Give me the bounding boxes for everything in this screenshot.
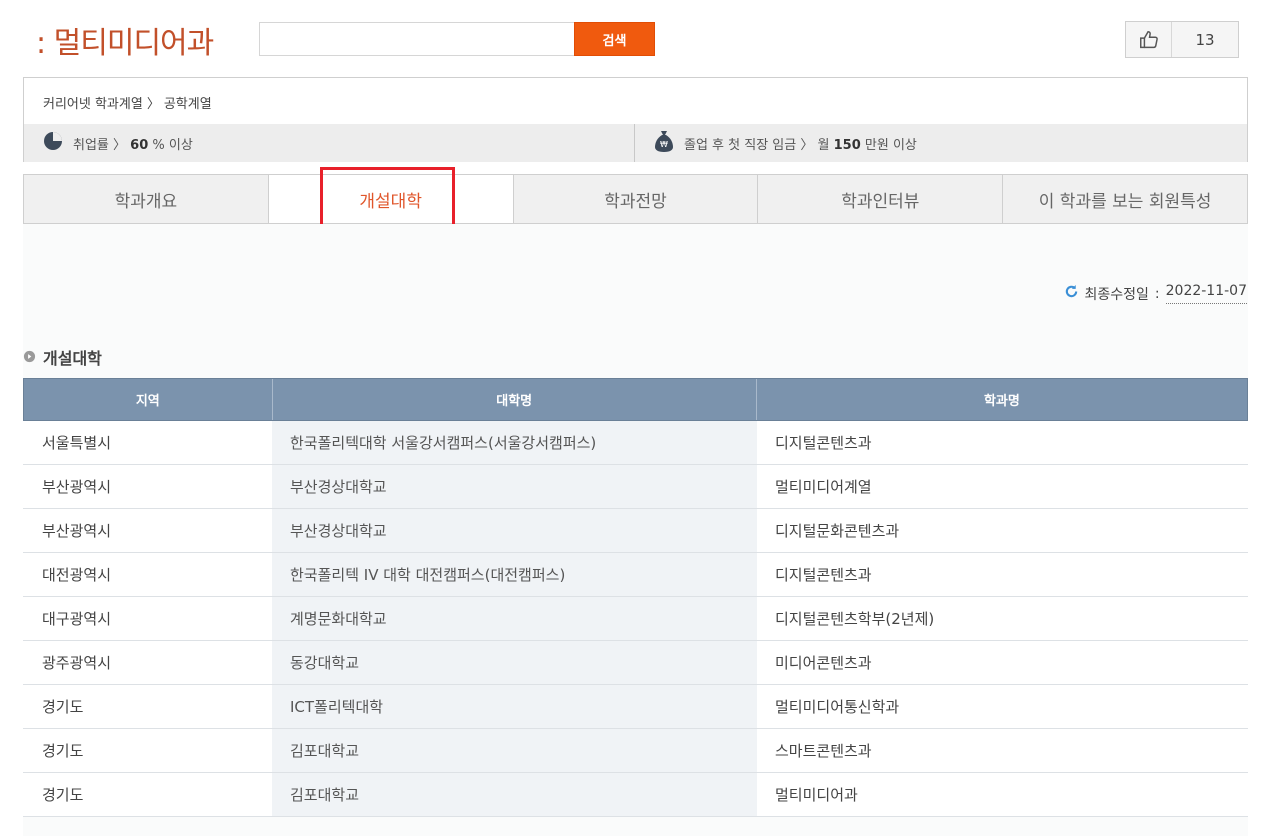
cell-region: 경기도 [23, 773, 272, 816]
table-row: 대전광역시 한국폴리텍 IV 대학 대전캠퍼스(대전캠퍼스) 디지털콘텐츠과 [23, 553, 1248, 597]
salary-stat: ₩ 졸업 후 첫 직장 임금 〉 월 150 만원 이상 [654, 124, 917, 162]
header-department: 학과명 [983, 394, 1020, 409]
table-row: 대구광역시 계명문화대학교 디지털콘텐츠학부(2년제) [23, 597, 1248, 641]
cell-department[interactable]: 디지털콘텐츠과 [757, 553, 1248, 596]
employment-value: 60 [130, 137, 149, 153]
cell-university[interactable]: 한국폴리텍 IV 대학 대전캠퍼스(대전캠퍼스) [272, 553, 757, 596]
tab-bar: 학과개요 개설대학 학과전망 학과인터뷰 이 학과를 보는 회원특성 [23, 174, 1248, 224]
header-university: 대학명 [273, 379, 757, 420]
salary-unit: 만원 이상 [864, 137, 917, 153]
table-row: 서울특별시 한국폴리텍대학 서울강서캠퍼스(서울강서캠퍼스) 디지털콘텐츠과 [23, 421, 1248, 465]
last-updated-separator: : [1154, 285, 1160, 302]
university-table: 지역 대학명 학과명 서울특별시 한국폴리텍대학 서울강서캠퍼스(서울강서캠퍼스… [23, 378, 1248, 817]
breadcrumb-item-category[interactable]: 공학계열 [164, 93, 212, 112]
search-input[interactable] [259, 22, 575, 56]
table-row: 부산광역시 부산경상대학교 멀티미디어계열 [23, 465, 1248, 509]
table-row: 경기도 김포대학교 멀티미디어과 [23, 773, 1248, 817]
employment-rate-stat: 취업률 〉 60 % 이상 [43, 124, 193, 162]
table-row: 광주광역시 동강대학교 미디어콘텐츠과 [23, 641, 1248, 685]
money-bag-icon: ₩ [654, 129, 674, 157]
cell-university[interactable]: 김포대학교 [272, 729, 757, 772]
last-updated-label: 최종수정일 [1084, 286, 1149, 303]
like-count: 13 [1195, 30, 1215, 49]
employment-unit: % 이상 [152, 137, 193, 153]
tab-universities[interactable]: 개설대학 [268, 175, 514, 223]
tab-overview[interactable]: 학과개요 [24, 175, 269, 223]
cell-university[interactable]: 한국폴리텍대학 서울강서캠퍼스(서울강서캠퍼스) [272, 421, 757, 464]
like-button[interactable]: 13 [1125, 21, 1239, 58]
last-updated: 최종수정일 : 2022-11-07 [1064, 283, 1247, 304]
tab-outlook[interactable]: 학과전망 [514, 175, 759, 223]
cell-region: 부산광역시 [23, 509, 272, 552]
cell-department[interactable]: 디지털문화콘텐츠과 [757, 509, 1248, 552]
thumbs-up-icon [1126, 22, 1172, 57]
cell-department[interactable]: 스마트콘텐츠과 [757, 729, 1248, 772]
breadcrumb-item-category-root[interactable]: 커리어넷 학과계열 [43, 93, 143, 112]
header-region: 지역 [24, 379, 273, 420]
employment-label: 취업률 [73, 137, 109, 153]
section-title: 개설대학 [23, 345, 102, 369]
cell-university[interactable]: ICT폴리텍대학 [272, 685, 757, 728]
search-button[interactable]: 검색 [574, 22, 655, 56]
cell-region: 부산광역시 [23, 465, 272, 508]
breadcrumb: 커리어넷 학과계열 〉 공학계열 [43, 93, 212, 112]
cell-region: 대전광역시 [23, 553, 272, 596]
stats-bar: 취업률 〉 60 % 이상 ₩ 졸업 후 첫 직장 임금 〉 월 150 만원 [24, 124, 1247, 162]
cell-university[interactable]: 동강대학교 [272, 641, 757, 684]
page-title: : 멀티미디어과 [36, 26, 214, 61]
section-title-text: 개설대학 [43, 349, 102, 368]
table-row: 경기도 김포대학교 스마트콘텐츠과 [23, 729, 1248, 773]
cell-region: 서울특별시 [23, 421, 272, 464]
stats-divider [634, 124, 635, 162]
cell-department[interactable]: 멀티미디어과 [757, 773, 1248, 816]
breadcrumb-separator: 〉 [146, 97, 160, 112]
cell-region: 경기도 [23, 729, 272, 772]
salary-prefix: 월 [817, 137, 830, 153]
table-row: 경기도 ICT폴리텍대학 멀티미디어통신학과 [23, 685, 1248, 729]
cell-region: 경기도 [23, 685, 272, 728]
table-header: 지역 대학명 학과명 [23, 378, 1248, 421]
cell-department[interactable]: 디지털콘텐츠학부(2년제) [757, 597, 1248, 640]
cell-university[interactable]: 부산경상대학교 [272, 465, 757, 508]
cell-university[interactable]: 김포대학교 [272, 773, 757, 816]
table-row: 부산광역시 부산경상대학교 디지털문화콘텐츠과 [23, 509, 1248, 553]
cell-university[interactable]: 계명문화대학교 [272, 597, 757, 640]
last-updated-date: 2022-11-07 [1165, 283, 1247, 304]
refresh-icon [1064, 284, 1079, 303]
pie-chart-icon [43, 131, 63, 155]
tab-interview[interactable]: 학과인터뷰 [758, 175, 1004, 223]
cell-university[interactable]: 부산경상대학교 [272, 509, 757, 552]
salary-value: 150 [833, 137, 861, 153]
bullet-circle-icon [23, 348, 36, 367]
tab-member-characteristics[interactable]: 이 학과를 보는 회원특성 [1003, 175, 1247, 223]
cell-region: 광주광역시 [23, 641, 272, 684]
info-box: 커리어넷 학과계열 〉 공학계열 취업률 〉 60 % 이상 ₩ 졸업 후 첫 … [23, 77, 1248, 162]
cell-department[interactable]: 멀티미디어통신학과 [757, 685, 1248, 728]
cell-department[interactable]: 멀티미디어계열 [757, 465, 1248, 508]
cell-department[interactable]: 미디어콘텐츠과 [757, 641, 1248, 684]
svg-text:₩: ₩ [660, 140, 668, 149]
salary-label: 졸업 후 첫 직장 임금 [684, 137, 797, 153]
cell-region: 대구광역시 [23, 597, 272, 640]
cell-department[interactable]: 디지털콘텐츠과 [757, 421, 1248, 464]
